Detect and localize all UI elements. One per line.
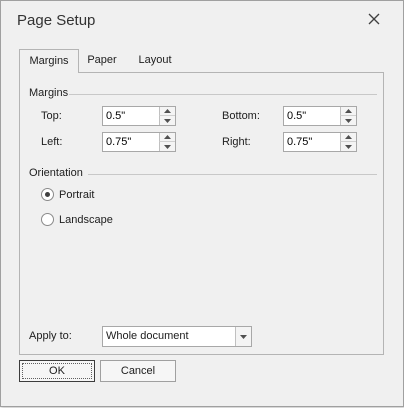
- right-margin-up-button[interactable]: [340, 133, 356, 142]
- spin-down-icon: [345, 118, 352, 123]
- bottom-margin-up-button[interactable]: [340, 107, 356, 116]
- left-label: Left:: [41, 136, 63, 148]
- top-label: Top:: [41, 110, 62, 122]
- portrait-option[interactable]: Portrait: [41, 188, 94, 201]
- bottom-margin-input[interactable]: [284, 107, 341, 125]
- spin-down-icon: [164, 144, 171, 149]
- top-margin-input[interactable]: [103, 107, 160, 125]
- tab-margins[interactable]: Margins: [19, 49, 79, 73]
- cancel-button[interactable]: Cancel: [100, 360, 176, 382]
- spin-up-icon: [345, 109, 352, 113]
- right-margin-spinner: [283, 132, 357, 152]
- landscape-option[interactable]: Landscape: [41, 213, 113, 226]
- spin-up-icon: [345, 135, 352, 139]
- top-margin-down-button[interactable]: [159, 116, 175, 125]
- close-icon: [368, 13, 380, 25]
- left-margin-spinner: [102, 132, 176, 152]
- landscape-radio[interactable]: [41, 213, 54, 226]
- left-margin-input[interactable]: [103, 133, 160, 151]
- page-setup-dialog: Page Setup Margins Paper Layout Margins …: [0, 0, 404, 407]
- portrait-radio[interactable]: [41, 188, 54, 201]
- focus-rectangle: [22, 363, 92, 379]
- top-margin-up-button[interactable]: [159, 107, 175, 116]
- spin-up-icon: [164, 135, 171, 139]
- left-margin-down-button[interactable]: [159, 142, 175, 151]
- orientation-group-divider: [88, 174, 377, 175]
- close-button[interactable]: [367, 12, 381, 26]
- spin-up-icon: [164, 109, 171, 113]
- spin-down-icon: [345, 144, 352, 149]
- top-margin-spinner: [102, 106, 176, 126]
- portrait-label: Portrait: [59, 188, 95, 201]
- apply-to-dropdown-button[interactable]: [235, 327, 251, 346]
- right-margin-input[interactable]: [284, 133, 341, 151]
- chevron-down-icon: [240, 334, 247, 339]
- tab-layout[interactable]: Layout: [131, 49, 179, 71]
- tab-paper[interactable]: Paper: [81, 49, 123, 71]
- right-margin-down-button[interactable]: [340, 142, 356, 151]
- apply-to-label: Apply to:: [29, 330, 72, 342]
- bottom-label: Bottom:: [222, 110, 260, 122]
- spin-down-icon: [164, 118, 171, 123]
- bottom-margin-down-button[interactable]: [340, 116, 356, 125]
- dialog-title: Page Setup: [17, 12, 96, 29]
- right-label: Right:: [222, 136, 251, 148]
- apply-to-value: Whole document: [106, 330, 189, 342]
- left-margin-up-button[interactable]: [159, 133, 175, 142]
- bottom-margin-spinner: [283, 106, 357, 126]
- apply-to-dropdown[interactable]: Whole document: [102, 326, 252, 347]
- margins-group-label: Margins: [29, 87, 69, 99]
- ok-button[interactable]: OK: [19, 360, 95, 382]
- orientation-group-label: Orientation: [29, 167, 83, 179]
- margins-group-divider: [69, 94, 377, 95]
- landscape-label: Landscape: [59, 213, 113, 226]
